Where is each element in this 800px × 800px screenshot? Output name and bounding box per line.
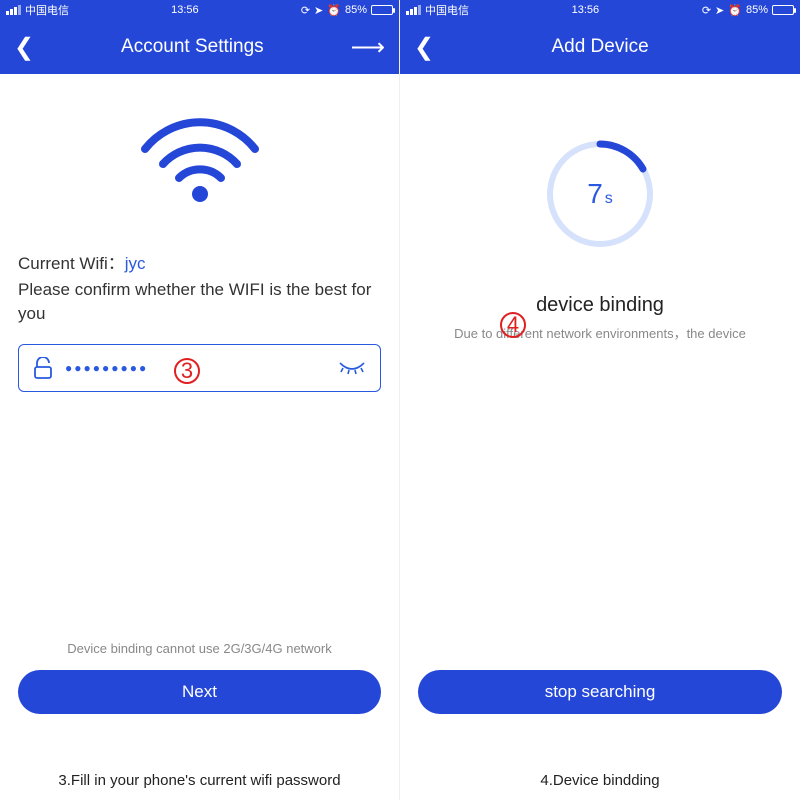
caption: 4.Device bindding [400,760,800,800]
rotation-lock-icon: ⟳ [702,4,711,17]
status-right: ⟳ ➤ ⏰ 85% [301,4,393,17]
side-by-side: 中国电信 13:56 ⟳ ➤ ⏰ 85% ❮ Account Settings … [0,0,800,800]
battery-icon [772,5,794,15]
next-button[interactable]: Next [18,670,381,714]
current-wifi-label: Current Wifi： [18,254,125,273]
status-left: 中国电信 [6,2,69,18]
status-right: ⟳ ➤ ⏰ 85% [702,4,794,17]
wifi-label-row: Current Wifi：jyc [18,249,381,274]
rotation-lock-icon: ⟳ [301,4,310,17]
clock: 13:56 [572,4,600,16]
password-left: ●●●●●●●●● [33,357,148,379]
stop-button-label: stop searching [545,682,656,702]
next-button-label: Next [182,682,217,702]
status-bar: 中国电信 13:56 ⟳ ➤ ⏰ 85% [400,0,800,20]
location-icon: ➤ [715,4,724,17]
carrier-label: 中国电信 [25,2,69,18]
network-note: Device binding cannot use 2G/3G/4G netwo… [0,641,399,656]
signal-icon [406,5,421,15]
screen-add-device: 中国电信 13:56 ⟳ ➤ ⏰ 85% ❮ Add Device [400,0,800,800]
caption-text: 4.Device bindding [540,772,659,789]
content-area: 7s 4 device binding Due to different net… [400,74,800,760]
signal-icon [6,5,21,15]
back-button[interactable]: ❮ [414,33,434,62]
countdown-ring: 7s [540,134,660,254]
clock: 13:56 [171,4,199,16]
binding-title: device binding [418,294,782,317]
step-badge-3: 3 [174,358,200,384]
header: ❮ Add Device [400,20,800,74]
wifi-icon [18,104,381,209]
caption: 3.Fill in your phone's current wifi pass… [0,760,399,800]
carrier-label: 中国电信 [425,2,469,18]
content-area: Current Wifi：jyc Please confirm whether … [0,74,399,760]
countdown-value: 7s [587,178,613,210]
countdown-unit: s [605,190,613,208]
status-bar: 中国电信 13:56 ⟳ ➤ ⏰ 85% [0,0,399,20]
forward-button[interactable]: ⟶ [351,33,385,62]
step-badge-4: 4 [500,312,526,338]
location-icon: ➤ [314,4,323,17]
alarm-icon: ⏰ [327,4,341,17]
alarm-icon: ⏰ [728,4,742,17]
status-left: 中国电信 [406,2,469,18]
eye-closed-icon[interactable] [338,359,366,377]
header: ❮ Account Settings ⟶ [0,20,399,74]
battery-icon [371,5,393,15]
caption-text: 3.Fill in your phone's current wifi pass… [58,772,340,789]
battery-pct: 85% [746,4,768,16]
page-title: Add Device [551,36,648,58]
back-button[interactable]: ❮ [14,33,34,62]
lock-icon [33,357,53,379]
countdown-number: 7 [587,178,603,210]
page-title: Account Settings [121,36,264,58]
wifi-advice: Please confirm whether the WIFI is the b… [18,278,381,326]
screen-account-settings: 中国电信 13:56 ⟳ ➤ ⏰ 85% ❮ Account Settings … [0,0,400,800]
binding-subtitle: Due to different network environments，th… [418,323,782,342]
password-masked: ●●●●●●●●● [65,361,148,375]
stop-searching-button[interactable]: stop searching [418,670,782,714]
wifi-ssid: jyc [125,254,146,273]
battery-pct: 85% [345,4,367,16]
